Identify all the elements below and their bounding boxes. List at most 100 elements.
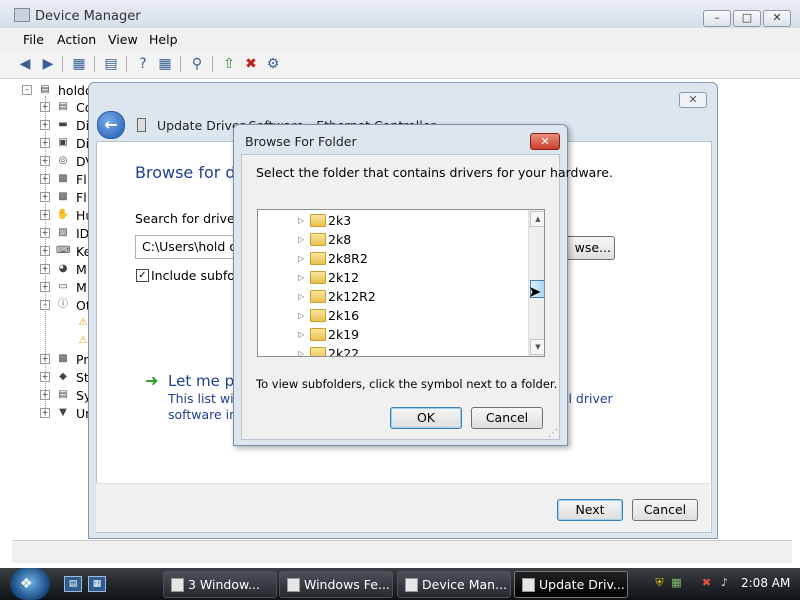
menu-action[interactable]: Action (57, 32, 96, 47)
window-icon (522, 578, 535, 592)
expand-triangle-icon[interactable]: ▷ (298, 254, 304, 263)
tree-node[interactable]: + ◕ M (12, 261, 92, 277)
tree-node[interactable]: + ▭ M (12, 279, 92, 295)
let-me-pick-link[interactable]: Let me pi (168, 372, 238, 390)
tree-node[interactable]: + ✋ Hu (12, 207, 93, 223)
taskbar-button[interactable]: Update Driv... (514, 571, 628, 598)
expand-triangle-icon[interactable]: ▷ (298, 216, 304, 225)
expand-triangle-icon[interactable]: ▷ (298, 292, 304, 301)
folder-item[interactable]: ▷ 2k16 (258, 306, 528, 325)
close-button[interactable]: ✕ (763, 10, 791, 27)
menu-bar: File Action View Help (0, 28, 800, 51)
menu-help[interactable]: Help (149, 32, 178, 47)
tree-node[interactable]: + ▼ Ur (12, 405, 92, 421)
expand-triangle-icon[interactable]: ▷ (298, 235, 304, 244)
switch-windows-icon[interactable]: ▦ (88, 576, 106, 592)
window-icon (405, 578, 418, 592)
expand-triangle-icon[interactable]: ▷ (298, 311, 304, 320)
maximize-button[interactable]: □ (733, 10, 761, 27)
folder-icon (310, 290, 326, 303)
folder-item[interactable]: ▷ 2k8R2 (258, 249, 528, 268)
view-icon[interactable]: ▦ (156, 55, 174, 73)
tree-node[interactable]: ⚠ (12, 333, 92, 349)
scan-hardware-icon[interactable]: ⚲ (188, 55, 206, 73)
tree-node[interactable]: + ◆ St (12, 369, 92, 385)
uninstall-icon[interactable]: ✖ (242, 55, 260, 73)
window-icon (287, 578, 300, 592)
tree-node[interactable]: + ▩ Fl (12, 189, 92, 205)
volume-muted-icon[interactable]: ♪ (718, 576, 731, 589)
tree-node[interactable]: ⚠ (12, 315, 92, 331)
clock[interactable]: 2:08 AM (741, 576, 790, 590)
folder-tree[interactable]: ▷ 2k3 ▷ 2k8 ▷ 2k8R2 ▷ 2k12 ▷ 2k12R2 ▷ 2k16 ▷ 2k19 ▷ 2k2… (257, 209, 545, 357)
include-subfolders-checkbox[interactable]: ✓ (136, 269, 149, 282)
floppy-drive-icon: ▩ (58, 191, 68, 202)
update-dialog-close-button[interactable]: ✕ (679, 92, 707, 108)
computer-icon: ▤ (58, 101, 68, 112)
toolbar-separator (212, 56, 213, 72)
tree-node[interactable]: + ▤ Sy (12, 387, 92, 403)
monitor-icon: ▭ (58, 281, 68, 292)
taskbar-button-label: Update Driv... (539, 577, 625, 592)
tree-node[interactable]: + ▩ Fl (12, 171, 92, 187)
update-driver-icon[interactable]: ⇧ (220, 55, 238, 73)
folder-item[interactable]: ▷ 2k8 (258, 230, 528, 249)
tree-node[interactable]: + ⌨ Ke (12, 243, 92, 259)
tree-line (45, 96, 46, 418)
browse-dialog-close-button[interactable]: ✕ (530, 133, 560, 150)
properties-icon[interactable]: ▤ (102, 55, 120, 73)
collapse-expander-icon[interactable]: – (22, 85, 32, 95)
start-button[interactable]: ❖ (10, 568, 50, 600)
show-desktop-icon[interactable]: ▤ (64, 576, 82, 592)
taskbar-button-label: 3 Window... (188, 577, 260, 592)
resize-grip-icon[interactable]: ⋰ (548, 428, 558, 439)
scroll-up-arrow-icon[interactable]: ▲ (530, 211, 544, 227)
scroll-down-arrow-icon[interactable]: ▼ (530, 339, 544, 355)
folder-item[interactable]: ▷ 2k22 (258, 344, 528, 356)
menu-file[interactable]: File (23, 32, 44, 47)
browse-for-folder-dialog: Browse For Folder ✕ Select the folder th… (233, 124, 613, 446)
expand-triangle-icon[interactable]: ▷ (298, 273, 304, 282)
menu-view[interactable]: View (108, 32, 138, 47)
green-arrow-icon: ➜ (145, 371, 159, 390)
update-tray-icon[interactable]: ▦ (670, 576, 683, 589)
tree-node[interactable]: + ▧ ID (12, 225, 92, 241)
forward-arrow-icon[interactable]: ▶ (39, 55, 57, 73)
taskbar-button[interactable]: Windows Fe... (279, 571, 393, 598)
tree-node[interactable]: + ▩ Pr (12, 351, 92, 367)
disable-icon[interactable]: ⚙ (264, 55, 282, 73)
network-disconnected-icon[interactable]: ✖ (700, 576, 713, 589)
expand-triangle-icon[interactable]: ▷ (298, 349, 304, 356)
tree-node[interactable]: + ▣ Di (12, 135, 92, 151)
folder-item[interactable]: ▷ 2k19 (258, 325, 528, 344)
cancel-button[interactable]: Cancel (632, 499, 698, 521)
tree-root[interactable]: – ▤ holdo (12, 82, 93, 98)
folder-item[interactable]: ▷ 2k3 (258, 211, 528, 230)
help-icon[interactable]: ? (134, 55, 152, 73)
mouse-icon: ◕ (58, 263, 68, 274)
minimize-button[interactable]: – (703, 10, 731, 27)
tree-node[interactable]: + ◎ DV (12, 153, 94, 169)
browse-cancel-button[interactable]: Cancel (471, 407, 543, 429)
mouse-cursor-icon: ➤ (528, 282, 542, 301)
taskbar-button-label: Device Man... (422, 577, 508, 592)
back-arrow-icon[interactable]: ← (97, 111, 125, 139)
expand-triangle-icon[interactable]: ▷ (298, 330, 304, 339)
device-manager-titlebar[interactable]: Device Manager – □ ✕ (0, 0, 800, 29)
taskbar-button[interactable]: Device Man... (397, 571, 511, 598)
taskbar-button[interactable]: 3 Window... (163, 571, 277, 598)
security-shield-icon[interactable]: ⛨ (653, 576, 666, 589)
back-arrow-icon[interactable]: ◀ (16, 55, 34, 73)
tree-node[interactable]: – ⓘ Ot (12, 297, 92, 313)
tree-node[interactable]: + ▤ Co (12, 99, 92, 115)
let-me-pick-description: ll driver (565, 391, 613, 406)
folder-item[interactable]: ▷ 2k12R2 (258, 287, 528, 306)
dvd-drive-icon: ◎ (58, 155, 68, 166)
window-title: Device Manager (35, 9, 141, 24)
next-button[interactable]: Next (557, 499, 623, 521)
show-hide-tree-icon[interactable]: ▦ (70, 55, 88, 73)
tree-node[interactable]: + ▬ Di (12, 117, 92, 133)
folder-item[interactable]: ▷ 2k12 (258, 268, 528, 287)
ok-button[interactable]: OK (390, 407, 462, 429)
folder-icon (310, 328, 326, 341)
